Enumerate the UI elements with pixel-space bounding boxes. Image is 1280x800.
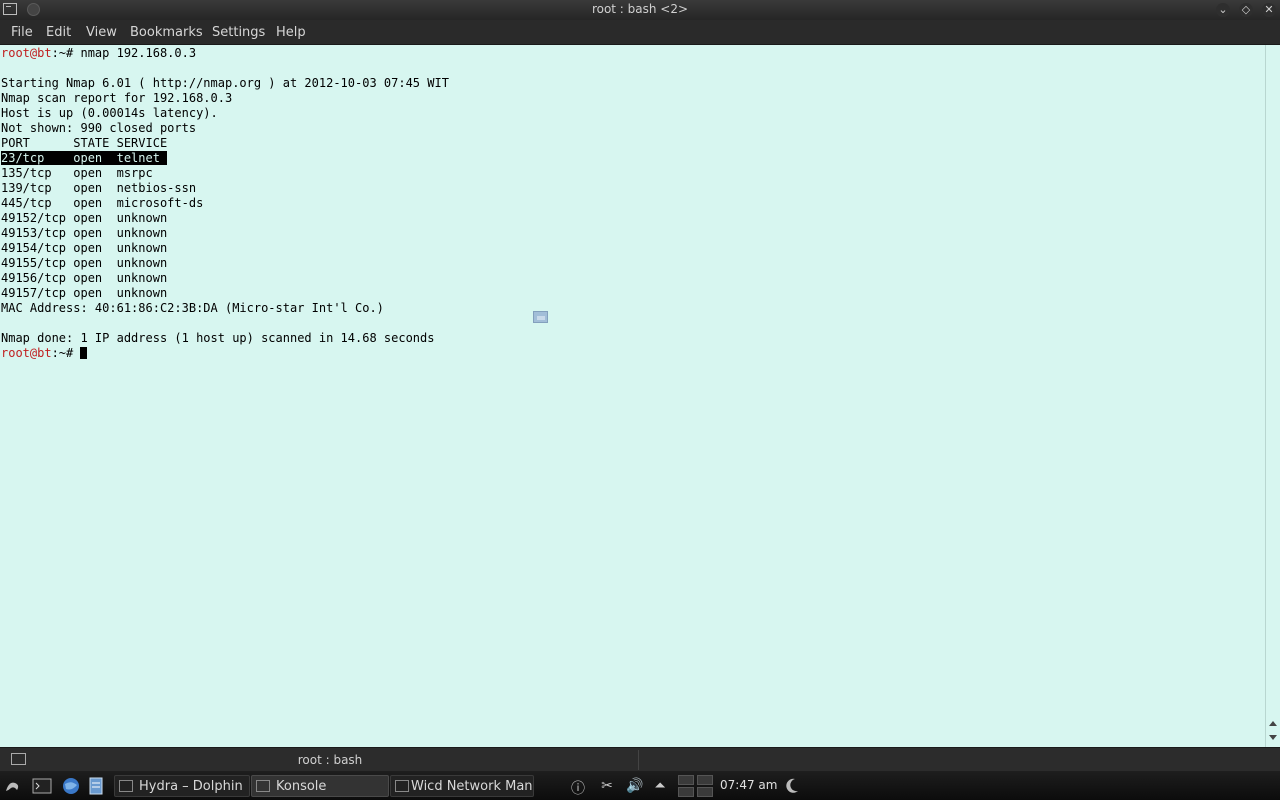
dolphin-icon [119,780,133,792]
browser-globe-icon[interactable] [61,777,81,795]
port-header: PORT STATE SERVICE [1,136,168,150]
tab-separator [638,750,639,770]
taskbar: Hydra – Dolphin Konsole Wicd Network Man… [0,771,1280,800]
port-line: 49156/tcp open unknown [1,271,168,285]
info-icon[interactable]: ⓘ [569,778,587,798]
volume-icon[interactable]: 🔊 [626,778,644,794]
done-line: Nmap done: 1 IP address (1 host up) scan… [1,331,435,345]
tab-label: root : bash [297,753,363,767]
output-line: Nmap scan report for 192.168.0.3 [1,91,233,105]
command: nmap 192.168.0.3 [80,46,197,60]
port-line: 49153/tcp open unknown [1,226,168,240]
menu-settings[interactable]: Settings [212,25,265,40]
moon-icon[interactable] [782,777,802,795]
menu-bar: File Edit View Bookmarks Settings Help [0,20,1280,45]
desktop-pager-1[interactable] [678,775,694,785]
port-line: 49154/tcp open unknown [1,241,168,255]
task-wicd-network-manager[interactable]: Wicd Network Mana [390,775,534,797]
menu-view[interactable]: View [86,25,117,40]
port-line: 49155/tcp open unknown [1,256,168,270]
notes-icon[interactable] [86,777,106,795]
window-title: root : bash <2> [591,2,689,16]
desktop-pager-4[interactable] [697,787,713,797]
port-line: 49157/tcp open unknown [1,286,168,300]
selected-port-line[interactable]: 23/tcp open telnet [1,151,168,165]
notification-icon[interactable]: ⏶ [651,778,669,794]
menu-help[interactable]: Help [276,25,306,40]
scroll-down-icon[interactable] [1269,735,1277,740]
menu-bookmarks[interactable]: Bookmarks [130,25,203,40]
output-line: Host is up (0.00014s latency). [1,106,218,120]
prompt-path: :~# [51,346,81,360]
minimize-icon[interactable]: ⌄ [1216,3,1230,17]
output-line: Starting Nmap 6.01 ( http://nmap.org ) a… [1,76,449,90]
output-line: Not shown: 990 closed ports [1,121,197,135]
wicd-icon [395,780,409,792]
desktop-pager-3[interactable] [678,787,694,797]
prompt-path: :~# [51,46,81,60]
menu-file[interactable]: File [11,25,33,40]
maximize-icon[interactable]: ◇ [1239,3,1253,17]
mac-address-line: MAC Address: 40:61:86:C2:3B:DA (Micro-st… [1,301,384,315]
terminal-scrollbar[interactable] [1265,45,1280,747]
desktop-pager-2[interactable] [697,775,713,785]
port-line: 135/tcp open msrpc [1,166,153,180]
terminal-icon[interactable] [32,777,52,795]
floating-window-icon [533,311,548,323]
task-hydra-dolphin[interactable]: Hydra – Dolphin [114,775,250,797]
text-cursor [80,347,88,359]
task-konsole[interactable]: Konsole [251,775,389,797]
clock[interactable]: 07:47 am [720,778,777,792]
prompt-user: root@bt [1,346,52,360]
port-line: 139/tcp open netbios-ssn [1,181,197,195]
port-line: 49152/tcp open unknown [1,211,168,225]
title-bar: root : bash <2> ⌄ ◇ ✕ [0,0,1280,20]
menu-edit[interactable]: Edit [46,25,71,40]
tab-root-bash[interactable]: root : bash [0,748,638,772]
scissors-icon[interactable]: ✂ [598,778,616,794]
kde-launcher-icon[interactable] [3,777,23,795]
port-line: 445/tcp open microsoft-ds [1,196,204,210]
close-icon[interactable]: ✕ [1262,3,1276,17]
prompt-user: root@bt [1,46,52,60]
konsole-icon [256,780,270,792]
tab-bar: root : bash [0,747,1280,772]
scroll-up-icon[interactable] [1269,721,1277,726]
terminal-output[interactable]: root@bt:~# nmap 192.168.0.3 Starting Nma… [0,45,1265,747]
